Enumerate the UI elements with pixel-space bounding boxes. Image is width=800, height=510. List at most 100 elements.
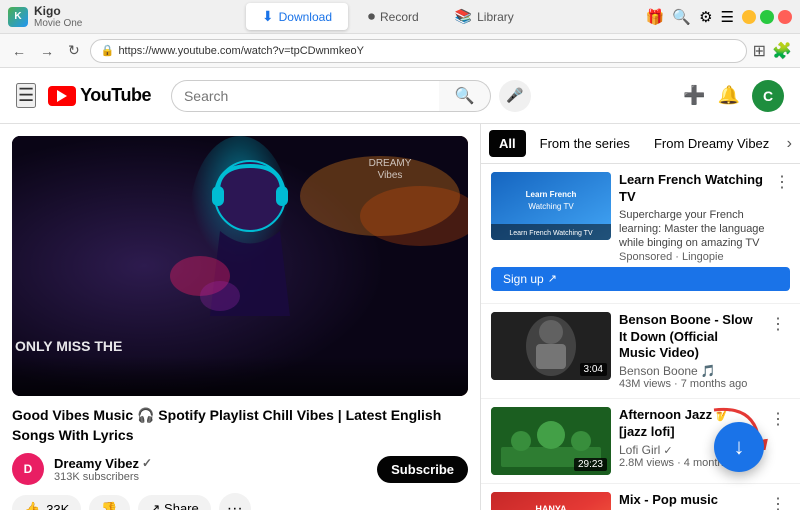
bell-icon: 🔔 (718, 85, 740, 105)
verified-icon: ✓ (142, 456, 152, 470)
yt-logo-icon (48, 86, 76, 106)
search-input[interactable] (171, 80, 439, 112)
url-bar[interactable]: 🔒 https://www.youtube.com/watch?v=tpCDwn… (90, 39, 747, 63)
grid-icon[interactable]: ⊞ (753, 41, 766, 61)
tabs-chevron-icon[interactable]: › (787, 135, 792, 153)
voice-search-button[interactable]: 🎤 (499, 80, 531, 112)
app-tabs: ⬇ Download ⏺ Record 📚 Library (130, 3, 646, 30)
notifications-button[interactable]: 🔔 (718, 85, 740, 106)
svg-text:Vibes: Vibes (378, 170, 403, 181)
sidebar-tabs: All From the series From Dreamy Vibez › (481, 124, 800, 164)
refresh-button[interactable]: ↻ (64, 40, 84, 61)
tab-from-series[interactable]: From the series (530, 130, 640, 157)
sponsored-title: Learn French Watching TV (619, 172, 766, 206)
search-submit-icon: 🔍 (455, 86, 475, 106)
dislike-button[interactable]: 👎 (89, 495, 129, 510)
titlebar-icons: 🎁 🔍 ⚙ ☰ (646, 8, 734, 26)
tab-from-dreamy[interactable]: From Dreamy Vibez (644, 130, 779, 157)
channel-info: Dreamy Vibez ✓ 313K subscribers (54, 456, 367, 483)
sponsored-card[interactable]: Learn French Watching TV Learn French Wa… (481, 164, 800, 304)
back-button[interactable]: ← (8, 41, 30, 61)
subscribe-button[interactable]: Subscribe (377, 456, 468, 483)
download-icon: ⬇ (262, 8, 274, 25)
jazz-thumbnail: 29:23 (491, 407, 611, 475)
like-button[interactable]: 👍 33K (12, 495, 81, 510)
gift-icon[interactable]: 🎁 (646, 8, 665, 26)
youtube-logo[interactable]: YouTube (48, 85, 151, 106)
yt-logo-text: YouTube (80, 85, 151, 106)
main-content: LET HER GO (0, 124, 800, 510)
card-more-icon[interactable]: ⋮ (774, 172, 790, 192)
sponsored-description: Supercharge your French learning: Master… (619, 208, 766, 251)
channel-row: D Dreamy Vibez ✓ 313K subscribers Subscr… (12, 453, 468, 485)
maximize-button[interactable] (760, 10, 774, 24)
channel-name: Dreamy Vibez ✓ (54, 456, 367, 471)
download-fab-button[interactable] (714, 422, 764, 472)
header-actions: ➕ 🔔 C (683, 80, 784, 112)
jazz-duration: 29:23 (574, 458, 607, 471)
create-video-button[interactable]: ➕ (683, 85, 705, 106)
channel-avatar: D (12, 453, 44, 485)
svg-text:Watching TV: Watching TV (528, 202, 574, 211)
library-tab[interactable]: 📚 Library (439, 3, 530, 30)
video-title: Good Vibes Music 🎧 Spotify Playlist Chil… (12, 406, 468, 445)
settings-icon[interactable]: ⚙ (699, 8, 712, 26)
url-text: https://www.youtube.com/watch?v=tpCDwnmk… (118, 45, 363, 57)
svg-text:Learn French Watching TV: Learn French Watching TV (509, 230, 593, 237)
video-card-mix[interactable]: HANYA RINDU Mix Mix - Pop music Emma Hee… (481, 484, 800, 510)
title-bar: K Kigo Movie One ⬇ Download ⏺ Record 📚 L… (0, 0, 800, 34)
share-button[interactable]: ↗ Share (138, 495, 211, 510)
music-icon: 🎵 (701, 364, 716, 378)
search-bar: 🔍 🎤 (171, 80, 531, 112)
address-bar: ← → ↻ 🔒 https://www.youtube.com/watch?v=… (0, 34, 800, 68)
video-card-benson[interactable]: 3:04 Benson Boone - Slow It Down (Offici… (481, 304, 800, 400)
sidebar: All From the series From Dreamy Vibez › (480, 124, 800, 510)
window-controls (742, 10, 800, 24)
subscriber-count: 313K subscribers (54, 471, 367, 483)
search-icon[interactable]: 🔍 (672, 8, 691, 26)
more-actions-button[interactable]: ··· (219, 493, 251, 510)
video-section: LET HER GO (0, 124, 480, 510)
download-tab[interactable]: ⬇ Download (246, 3, 348, 30)
sponsored-brand: Sponsored · Lingopie (619, 251, 766, 263)
action-row: 👍 33K 👎 ↗ Share ··· (12, 493, 468, 510)
sponsored-thumb-art: Learn French Watching TV Learn French Wa… (491, 172, 611, 240)
svg-text:Learn French: Learn French (526, 190, 577, 199)
forward-button[interactable]: → (36, 41, 58, 61)
app-name: Kigo (34, 4, 82, 18)
mix-thumbnail: HANYA RINDU Mix (491, 492, 611, 510)
youtube-header: ☰ YouTube 🔍 🎤 ➕ 🔔 C (0, 68, 800, 124)
video-thumbnail: LET HER GO (12, 136, 468, 396)
extension-icon[interactable]: 🧩 (772, 41, 792, 61)
svg-text:DREAMY: DREAMY (369, 158, 412, 169)
benson-channel: Benson Boone 🎵 (619, 364, 758, 378)
hamburger-menu[interactable]: ☰ (16, 83, 36, 108)
app-icon: K (8, 7, 28, 27)
mix-title: Mix - Pop music (619, 492, 758, 509)
signup-button[interactable]: Sign up ↗ (491, 267, 790, 291)
app-subtitle: Movie One (34, 18, 82, 29)
benson-thumbnail: 3:04 (491, 312, 611, 380)
minimize-button[interactable] (742, 10, 756, 24)
tab-all[interactable]: All (489, 130, 526, 157)
user-avatar[interactable]: C (752, 80, 784, 112)
thumbs-up-icon: 👍 (24, 501, 40, 510)
benson-more-icon[interactable]: ⋮ (766, 312, 790, 336)
record-tab[interactable]: ⏺ Record (352, 3, 435, 30)
external-link-icon: ↗ (548, 272, 557, 285)
create-icon: ➕ (683, 85, 705, 105)
benson-meta: 43M views · 7 months ago (619, 378, 758, 390)
search-button[interactable]: 🔍 (439, 80, 491, 112)
menu-icon[interactable]: ☰ (721, 8, 734, 26)
sponsored-thumbnail: Learn French Watching TV Learn French Wa… (491, 172, 611, 240)
video-controls[interactable] (12, 356, 468, 396)
svg-text:ONLY MISS THE: ONLY MISS THE (15, 338, 122, 354)
benson-info: Benson Boone - Slow It Down (Official Mu… (619, 312, 758, 391)
close-button[interactable] (778, 10, 792, 24)
sponsored-info: Learn French Watching TV Supercharge you… (619, 172, 766, 263)
video-player[interactable]: LET HER GO (12, 136, 468, 396)
app-info: K Kigo Movie One (0, 4, 130, 29)
sponsored-card-inner: Learn French Watching TV Learn French Wa… (491, 172, 790, 263)
mix-info: Mix - Pop music Emma Heesters, Kaho Hu..… (619, 492, 758, 510)
mix-more-icon[interactable]: ⋮ (766, 492, 790, 510)
